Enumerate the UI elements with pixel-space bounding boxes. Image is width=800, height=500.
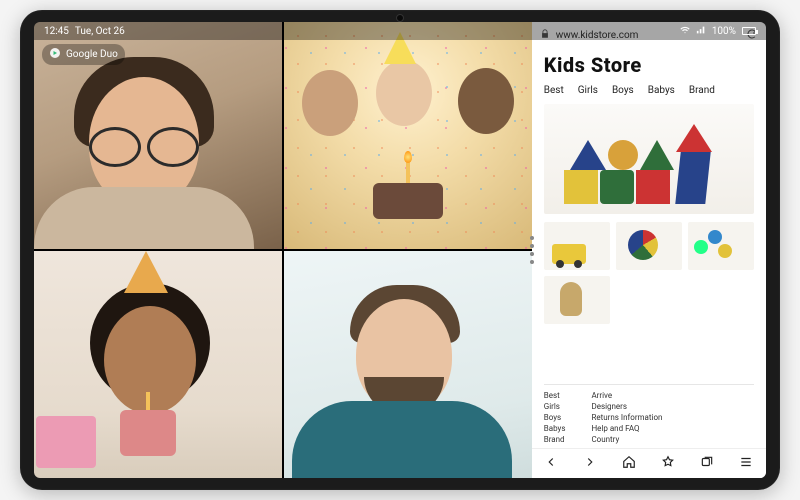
footer-link[interactable]: Brand <box>544 435 566 444</box>
category-nav: Best Girls Boys Babys Brand <box>544 85 754 96</box>
screen: 12:45 Tue, Oct 26 100% <box>34 22 766 478</box>
video-tile[interactable] <box>284 22 532 249</box>
video-tile[interactable] <box>284 251 532 478</box>
footer-link[interactable]: Returns Information <box>591 413 754 422</box>
footer-link[interactable]: Designers <box>591 402 754 411</box>
battery-pct: 100% <box>712 26 736 37</box>
footer-link[interactable]: Babys <box>544 424 566 433</box>
bookmark-icon[interactable] <box>661 455 675 472</box>
app-badge[interactable]: Google Duo <box>42 44 125 65</box>
status-date: Tue, Oct 26 <box>75 26 125 37</box>
home-icon[interactable] <box>622 455 636 472</box>
back-icon[interactable] <box>544 455 558 472</box>
product-grid <box>544 222 754 324</box>
page-title: Kids Store <box>544 53 754 77</box>
status-time: 12:45 <box>44 26 69 37</box>
nav-item[interactable]: Boys <box>612 85 634 96</box>
menu-icon[interactable] <box>739 455 753 472</box>
footer-link[interactable]: Help and FAQ <box>591 424 754 433</box>
nav-item[interactable]: Best <box>544 85 564 96</box>
footer-link[interactable]: Girls <box>544 402 566 411</box>
product-thumb[interactable] <box>616 222 682 270</box>
battery-icon <box>742 27 756 35</box>
product-thumb[interactable] <box>688 222 754 270</box>
split-view-handle[interactable] <box>529 230 535 270</box>
web-page[interactable]: Kids Store Best Girls Boys Babys Brand <box>532 47 766 448</box>
nav-item[interactable]: Brand <box>689 85 715 96</box>
status-bar: 12:45 Tue, Oct 26 100% <box>34 22 766 40</box>
video-call-pane: Google Duo <box>34 22 532 478</box>
footer-link[interactable]: Boys <box>544 413 566 422</box>
participant-thumbnail <box>284 251 532 478</box>
app-name: Google Duo <box>66 49 118 60</box>
browser-bottom-nav <box>532 448 766 478</box>
front-camera <box>396 14 404 22</box>
browser-pane: www.kidstore.com Kids Store Best Girls B… <box>532 22 766 478</box>
participant-thumbnail <box>34 251 282 478</box>
tablet-frame: 12:45 Tue, Oct 26 100% <box>20 10 780 490</box>
wifi-icon <box>680 25 690 38</box>
footer-link[interactable]: Country <box>591 435 754 444</box>
forward-icon[interactable] <box>583 455 597 472</box>
nav-item[interactable]: Girls <box>578 85 598 96</box>
hero-image[interactable] <box>544 104 754 214</box>
footer-link[interactable]: Best <box>544 391 566 400</box>
product-thumb[interactable] <box>544 222 610 270</box>
duo-icon <box>49 47 61 62</box>
participant-thumbnail <box>284 22 532 249</box>
tabs-icon[interactable] <box>700 455 714 472</box>
page-footer: Best Girls Boys Babys Brand Arrive Desig… <box>544 384 754 448</box>
nav-item[interactable]: Babys <box>648 85 675 96</box>
video-tile[interactable] <box>34 251 282 478</box>
footer-link[interactable]: Arrive <box>591 391 754 400</box>
product-thumb[interactable] <box>544 276 610 324</box>
signal-icon <box>696 25 706 38</box>
